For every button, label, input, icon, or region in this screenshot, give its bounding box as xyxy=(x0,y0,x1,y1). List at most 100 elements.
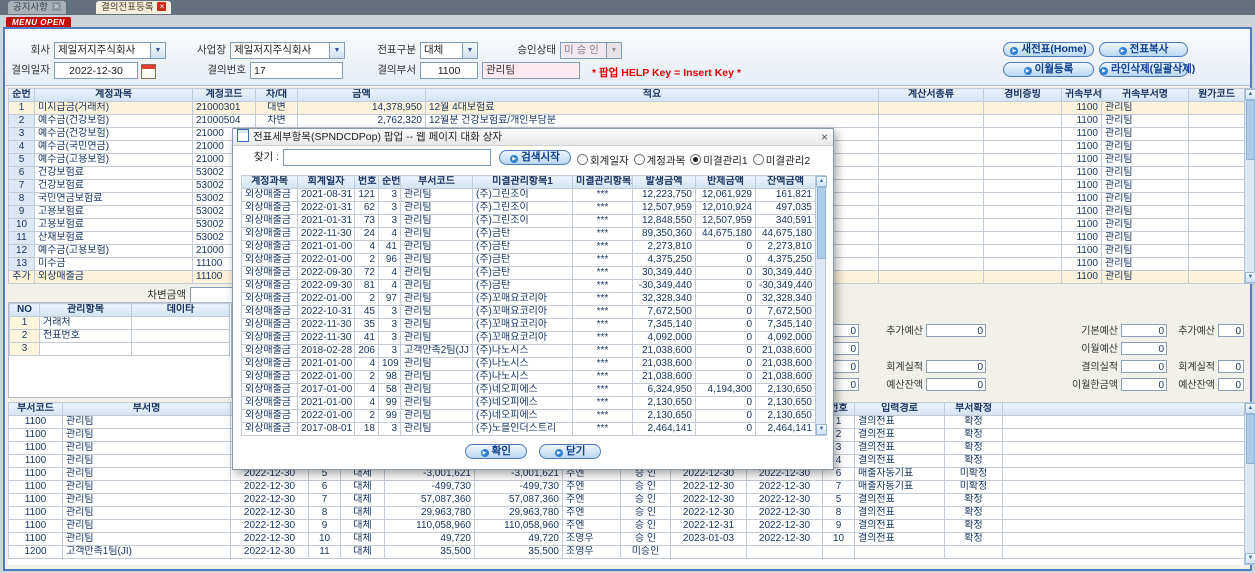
journal-line-cell xyxy=(878,140,984,154)
scrollbar-thumb[interactable] xyxy=(1246,414,1255,464)
slip-list-cell: 고객만족1팀(JI) xyxy=(62,545,231,559)
scrollbar-track[interactable]: ▲ ▼ xyxy=(1244,402,1255,565)
radio-option[interactable]: 미결관리1 xyxy=(690,154,748,167)
pending-item-row[interactable]: 외상매출금 2022-09-30 72 4 관리팀 (주)금탄 *** 30,349,440 0… xyxy=(241,266,816,280)
chevron-down-icon[interactable]: ▼ xyxy=(150,43,165,58)
mgmt-item-header-row: NO 관리항목 데이타 xyxy=(9,303,230,317)
slip-list-cell: 1100 xyxy=(8,480,63,494)
journal-line-cell: 7 xyxy=(8,179,35,193)
pending-item-row[interactable]: 외상매출금 2021-01-00 4 41 관리팀 (주)금탄 *** 2,273,810 0 2… xyxy=(241,240,816,254)
slip-list-cell: 35,500 xyxy=(474,545,563,559)
pending-item-row[interactable]: 외상매출금 2022-11-30 41 3 관리팀 (주)꼬매요코리아 *** 4,092,0… xyxy=(241,331,816,345)
scrollbar-thumb[interactable] xyxy=(1246,100,1255,160)
delete-line-button[interactable]: ▶ 라인삭제(일괄삭제) xyxy=(1099,62,1195,77)
approval-select[interactable]: 미 승 인 ▼ xyxy=(560,42,622,59)
radio-icon[interactable] xyxy=(752,154,764,165)
scroll-down-icon[interactable]: ▼ xyxy=(1245,553,1255,564)
pending-item-cell: 외상매출금 xyxy=(241,383,298,397)
pending-item-row[interactable]: 외상매출금 2021-01-00 4 99 관리팀 (주)네오피에스 *** 2,130,65… xyxy=(241,396,816,410)
pending-item-row[interactable]: 외상매출금 2022-01-00 2 96 관리팀 (주)금탄 *** 4,375,250 0 4… xyxy=(241,253,816,267)
pending-item-row[interactable]: 외상매출금 2022-01-31 62 3 관리팀 (주)그린조이 *** 12,507,95… xyxy=(241,201,816,215)
scrollbar-thumb[interactable] xyxy=(817,187,826,259)
slip-no-input[interactable] xyxy=(250,62,343,79)
pending-item-row[interactable]: 외상매출금 2022-10-31 45 3 관리팀 (주)꼬매요코리아 *** 7,672,5… xyxy=(241,305,816,319)
pending-item-row[interactable]: 외상매출금 2021-08-31 121 3 관리팀 (주)그린조이 *** 12,223,7… xyxy=(241,188,816,202)
pending-item-row[interactable]: 외상매출금 2017-08-01 18 3 관리팀 (주)노블인더스트리 *** 2,464,… xyxy=(241,422,816,436)
pending-item-row[interactable]: 외상매출금 2021-01-00 4 109 관리팀 (주)나노시스 *** 21,038,6… xyxy=(241,357,816,371)
scroll-up-icon[interactable]: ▲ xyxy=(1245,89,1255,100)
scroll-down-icon[interactable]: ▼ xyxy=(1245,272,1255,283)
column-header: 계정과목 xyxy=(241,175,298,189)
popup-title: 전표세부항목(SPNDCDPop) 팝업 -- 웹 페이지 대화 상자 xyxy=(253,131,503,143)
chevron-down-icon[interactable]: ▼ xyxy=(462,43,477,58)
close-button[interactable]: ▶ 닫기 xyxy=(539,444,602,459)
dept-name-field[interactable]: 관리팀 xyxy=(482,62,580,79)
calendar-icon[interactable] xyxy=(141,64,156,79)
slip-list-cell: 57,087,360 xyxy=(474,493,563,507)
chevron-down-icon[interactable]: ▼ xyxy=(329,43,344,58)
bizplace-select[interactable]: 제일저지주식회사 ▼ xyxy=(230,42,345,59)
pending-item-row[interactable]: 외상매출금 2022-09-30 81 4 관리팀 (주)금탄 *** -30,349,440… xyxy=(241,279,816,293)
slip-list-row[interactable]: 1100 관리팀 2022-12-30 6 대체 -499,730 -499,730 주엔 승 … xyxy=(8,480,1244,494)
radio-option[interactable]: 회계일자 xyxy=(577,154,629,167)
scroll-up-icon[interactable]: ▲ xyxy=(1245,403,1255,414)
search-input[interactable] xyxy=(283,149,491,166)
dept-code-input[interactable] xyxy=(420,62,478,79)
tab-notice[interactable]: 공지사항 × xyxy=(8,1,66,14)
copy-slip-button[interactable]: ▶ 전표복사 xyxy=(1099,42,1188,57)
scrollbar-track[interactable]: ▲ ▼ xyxy=(1244,88,1255,284)
radio-option[interactable]: 미결관리2 xyxy=(752,154,810,167)
tab-close-icon[interactable]: × xyxy=(157,2,167,11)
slip-list-cell: 확정 xyxy=(944,454,1003,468)
slip-type-select[interactable]: 대체 ▼ xyxy=(420,42,478,59)
slip-list-row[interactable]: 1100 관리팀 2022-12-30 10 대체 49,720 49,720 조영우 승 인2… xyxy=(8,532,1244,546)
mgmt-item-row[interactable]: 3 xyxy=(9,342,230,356)
slip-list-row[interactable]: 1100 관리팀 2022-12-30 7 대체 57,087,360 57,087,360… xyxy=(8,493,1244,507)
column-header: 적요 xyxy=(425,88,879,102)
pending-item-row[interactable]: 외상매출금 2022-01-00 2 99 관리팀 (주)네오피에스 *** 2,130,65… xyxy=(241,409,816,423)
pending-item-row[interactable]: 외상매출금 2017-01-00 4 58 관리팀 (주)네오피에스 *** 6,324,95… xyxy=(241,383,816,397)
tab-close-icon[interactable]: × xyxy=(51,2,61,11)
radio-option[interactable]: 계정과목 xyxy=(633,154,685,167)
close-icon[interactable]: × xyxy=(821,129,828,145)
pending-item-cell: *** xyxy=(572,370,633,384)
new-slip-button[interactable]: ▶ 새전표(Home) xyxy=(1003,42,1094,57)
journal-line-cell xyxy=(983,127,1062,141)
journal-line-cell: 관리팀 xyxy=(1101,114,1189,128)
scroll-up-icon[interactable]: ▲ xyxy=(816,176,827,187)
scrollbar-track[interactable]: ▲ ▼ xyxy=(815,175,827,436)
journal-line-cell: 1100 xyxy=(1061,127,1102,141)
slip-list-cell xyxy=(1002,467,1244,481)
radio-icon[interactable] xyxy=(577,154,588,165)
confirm-button[interactable]: ▶ 확인 xyxy=(464,444,527,459)
pending-item-row[interactable]: 외상매출금 2022-01-00 2 97 관리팀 (주)꼬매요코리아 *** 32,328,… xyxy=(241,292,816,306)
pending-item-row[interactable]: 외상매출금 2018-02-28 206 3 고객만족2팀(JJ (주)나노시스 *** 21… xyxy=(241,344,816,358)
pending-item-row[interactable]: 외상매출금 2022-11-30 24 4 관리팀 (주)금탄 *** 89,350,360 4… xyxy=(241,227,816,241)
slip-list-row[interactable]: 1200 고객만족1팀(JI) 2022-12-30 11 대체 35,500 35,500… xyxy=(8,545,1244,559)
pending-item-cell: (주)노블인더스트리 xyxy=(472,422,573,436)
search-start-button[interactable]: ▶ 검색시작 xyxy=(499,150,571,165)
slip-list-row[interactable]: 1100 관리팀 2022-12-30 8 대체 29,963,780 29,963,780… xyxy=(8,506,1244,520)
slip-list-row[interactable]: 1100 관리팀 2022-12-30 9 대체 110,058,960 110,058,9… xyxy=(8,519,1244,533)
tab-slip-entry[interactable]: 결의전표등록 × xyxy=(96,1,172,14)
button-label: 새전표(Home) xyxy=(1021,43,1087,55)
date-input[interactable] xyxy=(54,62,138,79)
mgmt-item-row[interactable]: 1 거래처 xyxy=(9,316,230,330)
slip-type-label: 전표구분 xyxy=(377,44,416,56)
journal-line-row[interactable]: 1 미지급금(거래처) 21000301 대변 14,378,950 12월 4대보험료 … xyxy=(8,101,1245,115)
button-bullet-icon: ▶ xyxy=(510,155,519,163)
pending-item-row[interactable]: 외상매출금 2022-01-00 2 98 관리팀 (주)나노시스 *** 21,038,60… xyxy=(241,370,816,384)
slip-list-cell: 110,058,960 xyxy=(474,519,563,533)
radio-icon[interactable] xyxy=(633,154,645,165)
journal-line-row[interactable]: 2 예수금(건강보험) 21000504 차변 2,762,320 12월분 건강보험료/… xyxy=(8,114,1245,128)
radio-icon[interactable] xyxy=(690,154,702,165)
pending-item-row[interactable]: 외상매출금 2022-11-30 35 3 관리팀 (주)꼬매요코리아 *** 7,345,1… xyxy=(241,318,816,332)
mgmt-item-row[interactable]: 2 전표번호 xyxy=(9,329,230,343)
chevron-down-icon: ▼ xyxy=(606,43,621,58)
journal-line-cell: 1100 xyxy=(1061,166,1102,180)
carryover-button[interactable]: ▶ 이월등록 xyxy=(1003,62,1094,77)
company-select[interactable]: 제일저지주식회사 ▼ xyxy=(54,42,166,59)
journal-line-cell xyxy=(983,153,1062,167)
scroll-down-icon[interactable]: ▼ xyxy=(816,424,827,435)
pending-item-row[interactable]: 외상매출금 2021-01-31 73 3 관리팀 (주)그린조이 *** 12,848,55… xyxy=(241,214,816,228)
